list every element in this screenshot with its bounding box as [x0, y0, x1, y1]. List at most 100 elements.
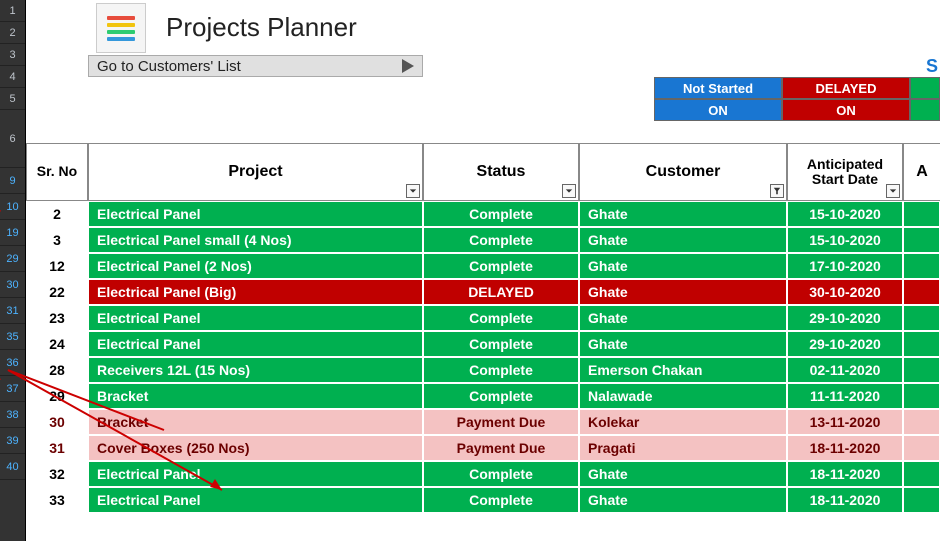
filter-dropdown-icon[interactable]: [406, 184, 420, 198]
cell-sr[interactable]: 3: [26, 227, 88, 253]
row-header[interactable]: 30: [0, 272, 25, 298]
row-header[interactable]: 35: [0, 324, 25, 350]
row-header[interactable]: 37: [0, 376, 25, 402]
col-header-cutoff[interactable]: A: [903, 143, 940, 201]
row-header[interactable]: 4: [0, 66, 25, 88]
cell-date[interactable]: 02-11-2020: [787, 357, 903, 383]
cell-customer[interactable]: Ghate: [579, 227, 787, 253]
row-header[interactable]: 19: [0, 220, 25, 246]
cell-project[interactable]: Electrical Panel: [88, 305, 423, 331]
cell-status[interactable]: Complete: [423, 487, 579, 513]
cell-date[interactable]: 30-10-2020: [787, 279, 903, 305]
col-header-sr[interactable]: Sr. No: [26, 143, 88, 201]
col-header-project[interactable]: Project: [88, 143, 423, 201]
cell-cutoff[interactable]: [903, 253, 940, 279]
cell-date[interactable]: 18-11-2020: [787, 435, 903, 461]
cell-date[interactable]: 29-10-2020: [787, 305, 903, 331]
cell-sr[interactable]: 22: [26, 279, 88, 305]
cell-sr[interactable]: 28: [26, 357, 88, 383]
cell-cutoff[interactable]: [903, 201, 940, 227]
cell-sr[interactable]: 29: [26, 383, 88, 409]
row-header[interactable]: 29: [0, 246, 25, 272]
cell-sr[interactable]: 31: [26, 435, 88, 461]
cell-customer[interactable]: Ghate: [579, 253, 787, 279]
row-header[interactable]: 2: [0, 22, 25, 44]
cell-customer[interactable]: Ghate: [579, 201, 787, 227]
cell-status[interactable]: Complete: [423, 357, 579, 383]
cell-sr[interactable]: 23: [26, 305, 88, 331]
cell-project[interactable]: Electrical Panel: [88, 331, 423, 357]
cell-customer[interactable]: Ghate: [579, 461, 787, 487]
row-header[interactable]: 1: [0, 0, 25, 22]
table-row[interactable]: 33Electrical PanelCompleteGhate18-11-202…: [26, 487, 940, 513]
cell-cutoff[interactable]: [903, 435, 940, 461]
cell-date[interactable]: 18-11-2020: [787, 487, 903, 513]
table-row[interactable]: 12Electrical Panel (2 Nos)CompleteGhate1…: [26, 253, 940, 279]
cell-cutoff[interactable]: [903, 409, 940, 435]
table-row[interactable]: 32Electrical PanelCompleteGhate18-11-202…: [26, 461, 940, 487]
cell-date[interactable]: 13-11-2020: [787, 409, 903, 435]
row-header[interactable]: 40: [0, 454, 25, 480]
row-header[interactable]: 31: [0, 298, 25, 324]
cell-project[interactable]: Electrical Panel (Big): [88, 279, 423, 305]
table-row[interactable]: 29BracketCompleteNalawade11-11-2020: [26, 383, 940, 409]
cell-sr[interactable]: 30: [26, 409, 88, 435]
cell-sr[interactable]: 33: [26, 487, 88, 513]
cell-project[interactable]: Electrical Panel: [88, 201, 423, 227]
cell-date[interactable]: 15-10-2020: [787, 227, 903, 253]
cell-customer[interactable]: Kolekar: [579, 409, 787, 435]
cell-cutoff[interactable]: [903, 383, 940, 409]
cell-date[interactable]: 15-10-2020: [787, 201, 903, 227]
cell-customer[interactable]: Ghate: [579, 331, 787, 357]
table-row[interactable]: 31Cover Boxes (250 Nos)Payment DuePragat…: [26, 435, 940, 461]
cell-cutoff[interactable]: [903, 331, 940, 357]
col-header-status[interactable]: Status: [423, 143, 579, 201]
cell-status[interactable]: Complete: [423, 253, 579, 279]
go-to-customers-button[interactable]: Go to Customers' List: [88, 55, 423, 77]
cell-sr[interactable]: 12: [26, 253, 88, 279]
table-row[interactable]: 24Electrical PanelCompleteGhate29-10-202…: [26, 331, 940, 357]
cell-customer[interactable]: Ghate: [579, 305, 787, 331]
filter-dropdown-icon[interactable]: [562, 184, 576, 198]
table-row[interactable]: 2Electrical PanelCompleteGhate15-10-2020: [26, 201, 940, 227]
cell-project[interactable]: Receivers 12L (15 Nos): [88, 357, 423, 383]
row-header[interactable]: 6: [0, 110, 25, 168]
cell-status[interactable]: Complete: [423, 461, 579, 487]
cell-customer[interactable]: Pragati: [579, 435, 787, 461]
cell-status[interactable]: Complete: [423, 227, 579, 253]
cell-project[interactable]: Electrical Panel (2 Nos): [88, 253, 423, 279]
row-header[interactable]: 3: [0, 44, 25, 66]
cell-cutoff[interactable]: [903, 357, 940, 383]
cell-date[interactable]: 18-11-2020: [787, 461, 903, 487]
cell-cutoff[interactable]: [903, 227, 940, 253]
col-header-customer[interactable]: Customer: [579, 143, 787, 201]
filter-dropdown-icon[interactable]: [886, 184, 900, 198]
filter-active-icon[interactable]: [770, 184, 784, 198]
row-header[interactable]: 10: [0, 194, 25, 220]
cell-sr[interactable]: 32: [26, 461, 88, 487]
cell-cutoff[interactable]: [903, 305, 940, 331]
row-header[interactable]: 36: [0, 350, 25, 376]
cell-cutoff[interactable]: [903, 461, 940, 487]
cell-cutoff[interactable]: [903, 279, 940, 305]
row-header[interactable]: 5: [0, 88, 25, 110]
cell-customer[interactable]: Ghate: [579, 279, 787, 305]
cell-status[interactable]: DELAYED: [423, 279, 579, 305]
cell-cutoff[interactable]: [903, 487, 940, 513]
cell-project[interactable]: Cover Boxes (250 Nos): [88, 435, 423, 461]
cell-customer[interactable]: Emerson Chakan: [579, 357, 787, 383]
table-row[interactable]: 3Electrical Panel small (4 Nos)CompleteG…: [26, 227, 940, 253]
cell-status[interactable]: Payment Due: [423, 435, 579, 461]
cell-sr[interactable]: 2: [26, 201, 88, 227]
table-row[interactable]: 22Electrical Panel (Big)DELAYEDGhate30-1…: [26, 279, 940, 305]
col-header-anticipated[interactable]: Anticipated Start Date: [787, 143, 903, 201]
cell-status[interactable]: Complete: [423, 331, 579, 357]
table-row[interactable]: 30BracketPayment DueKolekar13-11-2020: [26, 409, 940, 435]
cell-date[interactable]: 17-10-2020: [787, 253, 903, 279]
cell-status[interactable]: Complete: [423, 383, 579, 409]
row-header[interactable]: 38: [0, 402, 25, 428]
cell-status[interactable]: Complete: [423, 305, 579, 331]
cell-status[interactable]: Payment Due: [423, 409, 579, 435]
cell-project[interactable]: Electrical Panel: [88, 487, 423, 513]
cell-date[interactable]: 11-11-2020: [787, 383, 903, 409]
